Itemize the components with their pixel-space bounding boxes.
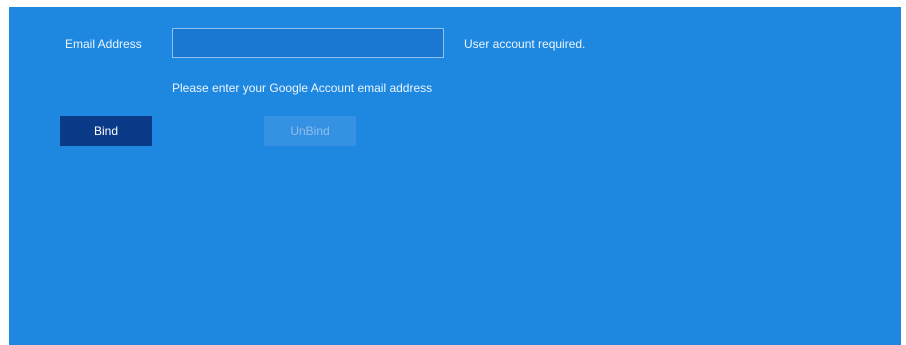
account-required-note: User account required. (464, 37, 586, 51)
email-address-label: Email Address (65, 37, 142, 51)
bind-button[interactable]: Bind (60, 116, 152, 146)
email-address-input[interactable] (172, 28, 444, 58)
email-hint-text: Please enter your Google Account email a… (172, 81, 433, 95)
unbind-button[interactable]: UnBind (264, 116, 356, 146)
google-account-bind-panel: Email Address User account required. Ple… (9, 7, 901, 345)
